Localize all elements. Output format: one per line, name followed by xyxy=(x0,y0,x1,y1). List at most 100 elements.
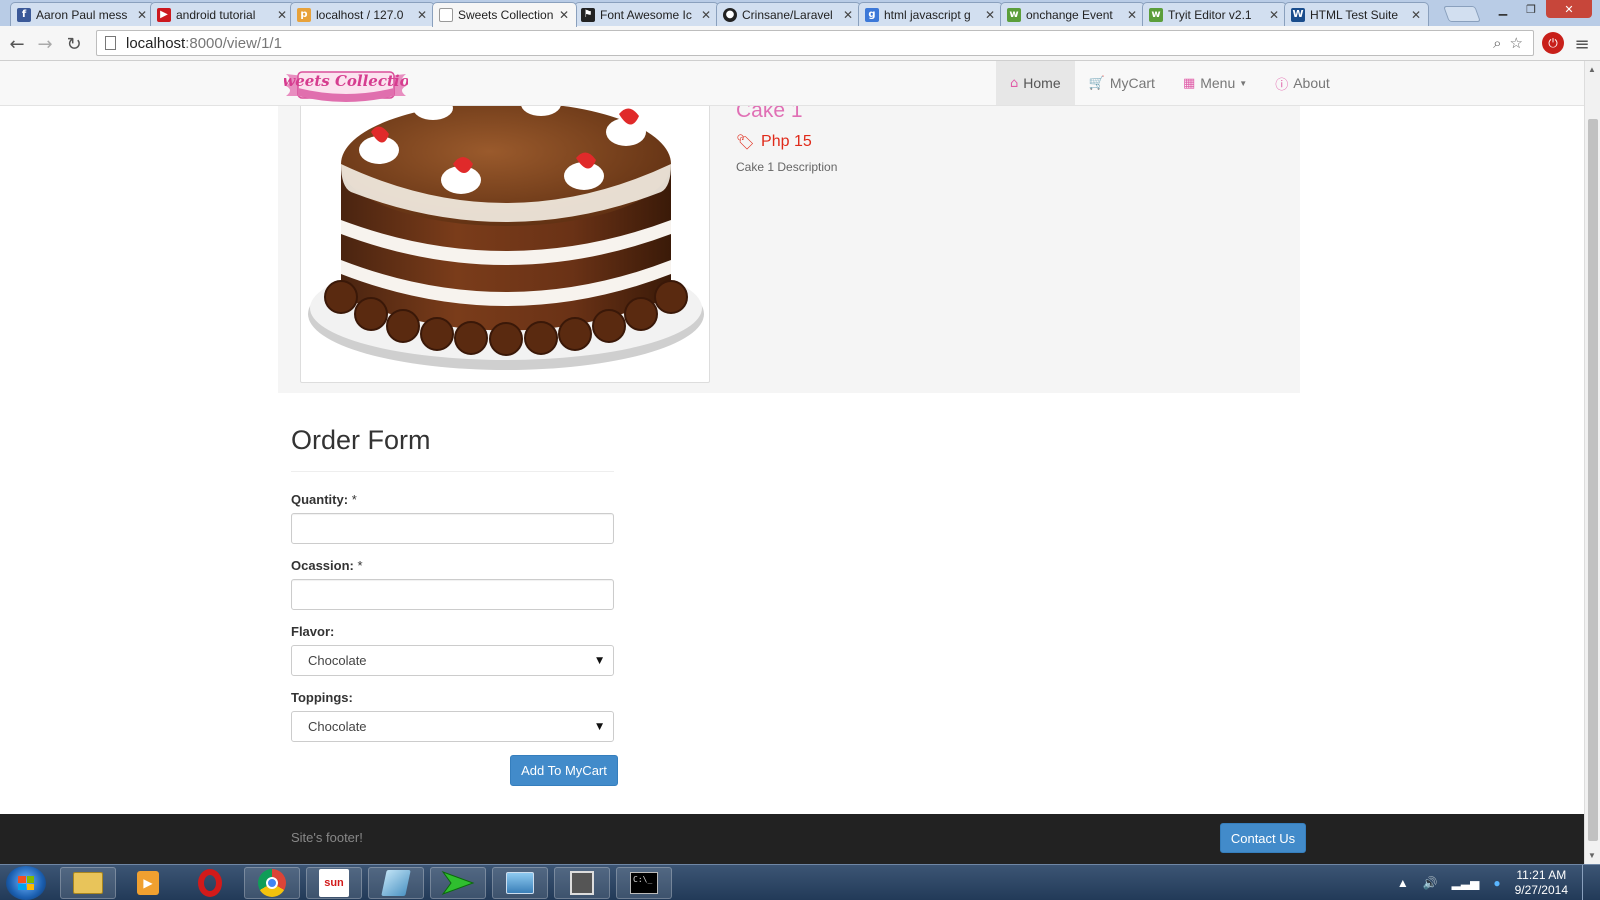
nav-label: Menu xyxy=(1200,75,1236,91)
opera-taskbar-icon[interactable] xyxy=(182,867,238,899)
address-bar[interactable]: localhost:8000/view/1/1 ⌕ ☆ xyxy=(96,30,1534,56)
show-desktop-button[interactable] xyxy=(1582,865,1592,900)
notepad-taskbar-icon[interactable] xyxy=(368,867,424,899)
brand-text: Sweets Collection xyxy=(284,72,408,90)
quantity-input[interactable] xyxy=(291,513,614,544)
vertical-scrollbar[interactable]: ▲ ▼ xyxy=(1584,61,1600,864)
nav-home[interactable]: ⌂ Home xyxy=(996,61,1075,105)
toppings-select[interactable]: Chocolate ▼ xyxy=(291,711,614,742)
close-tab-icon[interactable]: ✕ xyxy=(276,8,288,22)
scroll-up-arrow-icon[interactable]: ▲ xyxy=(1588,65,1596,74)
close-tab-icon[interactable]: ✕ xyxy=(984,8,996,22)
occasion-input[interactable] xyxy=(291,579,614,610)
nav-label: About xyxy=(1293,75,1330,91)
browser-tab[interactable]: ▶ android tutorial ✕ xyxy=(150,2,295,26)
flavor-label: Flavor: xyxy=(291,624,335,639)
browser-tab-active[interactable]: Sweets Collection ✕ xyxy=(432,2,577,27)
close-tab-icon[interactable]: ✕ xyxy=(1268,8,1280,22)
volume-icon[interactable]: 🔊 xyxy=(1423,876,1438,890)
forward-arrow-icon[interactable]: → xyxy=(33,32,57,56)
flag-favicon-icon: ⚑ xyxy=(581,7,595,22)
tab-title: Tryit Editor v2.1 xyxy=(1168,7,1252,22)
contact-us-button[interactable]: Contact Us xyxy=(1220,823,1306,853)
app-tray-icon[interactable]: ● xyxy=(1493,876,1500,890)
url-path: :8000/view/1/1 xyxy=(185,34,282,52)
browser-menu-icon[interactable]: ≡ xyxy=(1570,32,1594,56)
browser-tab[interactable]: w onchange Event ✕ xyxy=(1000,2,1145,26)
photo-viewer-taskbar-icon[interactable] xyxy=(492,867,548,899)
search-icon[interactable]: ⌕ xyxy=(1493,34,1501,52)
close-tab-icon[interactable]: ✕ xyxy=(136,8,148,22)
browser-tab[interactable]: g html javascript g ✕ xyxy=(858,2,1003,26)
system-clock[interactable]: 11:21 AM 9/27/2014 xyxy=(1515,868,1568,898)
github-favicon-icon: ● xyxy=(723,7,737,22)
toppings-selected-value: Chocolate xyxy=(308,719,367,734)
clock-date: 9/27/2014 xyxy=(1514,883,1568,897)
new-tab-button[interactable] xyxy=(1443,6,1481,22)
scrollbar-thumb[interactable] xyxy=(1588,119,1598,841)
reload-icon[interactable]: ↻ xyxy=(62,32,86,56)
w3schools-favicon-icon: w xyxy=(1149,7,1163,22)
close-tab-icon[interactable]: ✕ xyxy=(558,8,570,22)
nav-menu: ⌂ Home 🛒 MyCart ▦ Menu ▼ ⓘ About xyxy=(996,61,1344,105)
cart-icon: 🛒 xyxy=(1088,75,1105,91)
back-arrow-icon[interactable]: ← xyxy=(5,32,29,56)
bookmark-star-icon[interactable]: ☆ xyxy=(1510,34,1523,52)
grid-icon: ▦ xyxy=(1182,75,1196,91)
minimize-window-icon[interactable]: ▁ xyxy=(1490,0,1516,18)
browser-tab[interactable]: W HTML Test Suite ✕ xyxy=(1284,2,1429,26)
site-footer: Site's footer! Contact Us xyxy=(0,814,1584,864)
close-tab-icon[interactable]: ✕ xyxy=(842,8,854,22)
page-viewport: Cake 1 🏷 Php 15 Cake 1 Description Sweet… xyxy=(0,61,1584,864)
extension-icon[interactable]: ⏻ xyxy=(1542,32,1564,54)
brand-logo[interactable]: Sweets Collection xyxy=(272,66,420,102)
green-arrow-icon xyxy=(441,870,475,896)
price-tag-icon: 🏷 xyxy=(736,133,756,151)
tab-title: HTML Test Suite xyxy=(1310,7,1399,22)
explorer-taskbar-icon[interactable] xyxy=(60,867,116,899)
clock-time: 11:21 AM xyxy=(1516,868,1567,882)
browser-tab[interactable]: w Tryit Editor v2.1 ✕ xyxy=(1142,2,1287,26)
browser-tab[interactable]: f Aaron Paul mess ✕ xyxy=(10,2,155,26)
nav-mycart[interactable]: 🛒 MyCart xyxy=(1075,61,1169,105)
add-to-cart-button[interactable]: Add To MyCart xyxy=(510,755,618,786)
chrome-taskbar-icon[interactable] xyxy=(244,867,300,899)
youtube-favicon-icon: ▶ xyxy=(157,7,171,22)
close-tab-icon[interactable]: ✕ xyxy=(1126,8,1138,22)
close-tab-icon[interactable]: ✕ xyxy=(1410,8,1422,22)
browser-tab[interactable]: p localhost / 127.0 ✕ xyxy=(290,2,435,26)
home-icon: ⌂ xyxy=(1010,75,1019,91)
os-taskbar: ▶ sun C:\_ ▲ 🔊 ▂▃▅ ● 11:21 AM 9/27/2014 xyxy=(0,864,1600,900)
page-icon xyxy=(105,36,116,50)
browser-tab[interactable]: ⚑ Font Awesome Ic ✕ xyxy=(574,2,719,26)
nav-menu-dropdown[interactable]: ▦ Menu ▼ xyxy=(1169,61,1261,105)
close-window-icon[interactable]: ✕ xyxy=(1546,0,1592,18)
browser-tab[interactable]: ● Crinsane/Laravel ✕ xyxy=(716,2,861,26)
cmd-taskbar-icon[interactable]: C:\_ xyxy=(616,867,672,899)
nav-about[interactable]: ⓘ About xyxy=(1261,61,1344,105)
network-signal-icon[interactable]: ▂▃▅ xyxy=(1452,876,1480,890)
restore-window-icon[interactable]: ❐ xyxy=(1518,0,1544,18)
flavor-select[interactable]: Chocolate ▼ xyxy=(291,645,614,676)
product-description: Cake 1 Description xyxy=(736,160,838,174)
system-tray: ▲ 🔊 ▂▃▅ ● 11:21 AM 9/27/2014 xyxy=(1397,865,1592,900)
close-tab-icon[interactable]: ✕ xyxy=(416,8,428,22)
show-hidden-icons-icon[interactable]: ▲ xyxy=(1397,876,1409,890)
sun-app-taskbar-icon[interactable]: sun xyxy=(306,867,362,899)
price-value: Php 15 xyxy=(761,133,812,150)
occasion-label: Ocassion: * xyxy=(291,558,363,573)
sweets-collection-logo: Sweets Collection xyxy=(272,71,420,102)
flavor-selected-value: Chocolate xyxy=(308,653,367,668)
browser-tab-strip: f Aaron Paul mess ✕ ▶ android tutorial ✕… xyxy=(0,0,1600,27)
close-tab-icon[interactable]: ✕ xyxy=(700,8,712,22)
media-player-taskbar-icon[interactable]: ▶ xyxy=(120,867,176,899)
winscp-taskbar-icon[interactable] xyxy=(430,867,486,899)
window-taskbar-icon[interactable] xyxy=(554,867,610,899)
tab-title: localhost / 127.0 xyxy=(316,7,404,22)
start-button[interactable] xyxy=(6,866,46,900)
order-form-title: Order Form xyxy=(291,425,431,455)
scroll-down-arrow-icon[interactable]: ▼ xyxy=(1588,851,1596,860)
tab-title: android tutorial xyxy=(176,7,256,22)
nav-label: Home xyxy=(1023,75,1061,91)
tab-title: Sweets Collection xyxy=(458,8,554,22)
